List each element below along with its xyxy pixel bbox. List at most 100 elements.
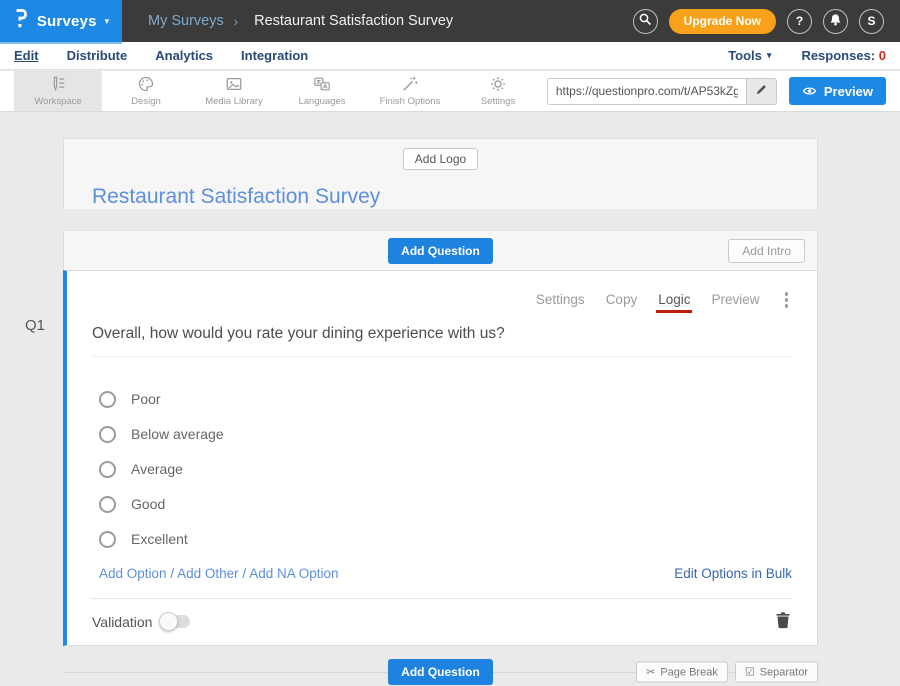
checkbox-icon: ☑ xyxy=(745,666,755,679)
avatar-initial: S xyxy=(867,14,875,28)
breadcrumb-my-surveys[interactable]: My Surveys xyxy=(148,13,224,29)
option-row: Below average xyxy=(90,417,792,452)
help-button[interactable]: ? xyxy=(787,9,812,34)
workspace-icon xyxy=(49,75,67,93)
option-label[interactable]: Excellent xyxy=(131,531,188,547)
toolbar-item-design[interactable]: Design xyxy=(102,71,190,111)
add-question-button-bottom[interactable]: Add Question xyxy=(388,659,493,685)
survey-title[interactable]: Restaurant Satisfaction Survey xyxy=(92,185,817,209)
survey-card: Add Logo Restaurant Satisfaction Survey … xyxy=(63,138,818,686)
add-question-row-bottom: Add Question ✂ Page Break ☑ Separator xyxy=(63,659,818,686)
toolbar-item-label: Design xyxy=(131,96,161,107)
radio-button[interactable] xyxy=(99,426,116,443)
option-label[interactable]: Good xyxy=(131,496,165,512)
option-label[interactable]: Average xyxy=(131,461,183,477)
top-header: Surveys ▾ My Surveys › Restaurant Satisf… xyxy=(0,0,900,42)
survey-header-section: Add Logo Restaurant Satisfaction Survey xyxy=(63,138,818,209)
edit-options-in-bulk-link[interactable]: Edit Options in Bulk xyxy=(674,566,792,581)
option-label[interactable]: Poor xyxy=(131,391,161,407)
question-text[interactable]: Overall, how would you rate your dining … xyxy=(92,325,790,357)
toolbar-item-label: Languages xyxy=(298,96,345,107)
question-settings-link[interactable]: Settings xyxy=(536,292,585,307)
tab-integration[interactable]: Integration xyxy=(241,48,308,63)
validation-label: Validation xyxy=(92,614,152,630)
add-na-option-link[interactable]: Add NA Option xyxy=(249,566,338,581)
breadcrumb: My Surveys › Restaurant Satisfaction Sur… xyxy=(148,13,453,29)
bell-icon xyxy=(829,13,842,30)
gear-icon xyxy=(489,75,507,93)
question-logic-link[interactable]: Logic xyxy=(658,292,690,307)
toolbar-item-workspace[interactable]: Workspace xyxy=(14,71,102,111)
tools-menu[interactable]: Tools ▾ xyxy=(728,48,771,63)
trash-icon xyxy=(776,617,790,632)
toolbar-item-settings[interactable]: Settings xyxy=(454,71,542,111)
kebab-menu-icon[interactable] xyxy=(781,290,793,310)
question-preview-link[interactable]: Preview xyxy=(711,292,759,307)
add-intro-button[interactable]: Add Intro xyxy=(728,239,805,263)
preview-button[interactable]: Preview xyxy=(789,77,886,105)
search-icon xyxy=(639,13,652,29)
tools-label: Tools xyxy=(728,48,762,63)
question-number: Q1 xyxy=(25,317,45,334)
toolbar-item-label: Workspace xyxy=(34,96,81,107)
share-url-input[interactable] xyxy=(548,79,746,104)
header-actions: Upgrade Now ? S xyxy=(633,9,900,34)
add-other-link[interactable]: Add Other xyxy=(177,566,239,581)
translate-icon xyxy=(313,75,331,93)
editor-toolbar: Workspace Design Media Library xyxy=(0,71,900,112)
radio-button[interactable] xyxy=(99,496,116,513)
question-action-menu: Settings Copy Logic Preview xyxy=(90,271,792,310)
toolbar-item-media-library[interactable]: Media Library xyxy=(190,71,278,111)
add-logo-button[interactable]: Add Logo xyxy=(403,148,478,170)
scissors-icon: ✂ xyxy=(646,666,655,679)
question-copy-link[interactable]: Copy xyxy=(606,292,638,307)
chevron-down-icon: ▾ xyxy=(767,50,772,61)
tab-analytics[interactable]: Analytics xyxy=(155,48,213,63)
responses-count: 0 xyxy=(879,48,886,63)
search-button[interactable] xyxy=(633,9,658,34)
nav-tabs: Edit Distribute Analytics Integration xyxy=(0,48,308,63)
option-label[interactable]: Below average xyxy=(131,426,224,442)
notifications-button[interactable] xyxy=(823,9,848,34)
tab-edit[interactable]: Edit xyxy=(14,48,39,63)
radio-button[interactable] xyxy=(99,391,116,408)
tab-distribute[interactable]: Distribute xyxy=(67,48,128,63)
survey-editor-canvas: Q1 Add Logo Restaurant Satisfaction Surv… xyxy=(0,113,900,676)
nav-accent-line xyxy=(0,42,122,44)
radio-button[interactable] xyxy=(99,461,116,478)
delete-question-button[interactable] xyxy=(774,610,792,634)
toolbar-item-label: Settings xyxy=(481,96,515,107)
add-question-button-top[interactable]: Add Question xyxy=(388,238,493,264)
upgrade-now-button[interactable]: Upgrade Now xyxy=(669,9,776,34)
add-question-row-top: Add Question Add Intro xyxy=(63,230,818,270)
page-break-label: Page Break xyxy=(660,666,717,678)
product-switcher[interactable]: Surveys ▾ xyxy=(0,0,122,42)
nav-right: Tools ▾ Responses: 0 xyxy=(728,48,900,63)
add-option-link[interactable]: Add Option xyxy=(99,566,167,581)
separator-button[interactable]: ☑ Separator xyxy=(735,662,818,683)
radio-button[interactable] xyxy=(99,531,116,548)
validation-toggle[interactable] xyxy=(160,615,190,628)
option-row: Good xyxy=(90,487,792,522)
section-nav: Edit Distribute Analytics Integration To… xyxy=(0,42,900,70)
option-row: Excellent xyxy=(90,522,792,557)
validation-row: Validation xyxy=(90,598,792,645)
option-row: Poor xyxy=(90,382,792,417)
image-icon xyxy=(225,75,243,93)
edit-url-button[interactable] xyxy=(746,78,776,105)
link-separator: / xyxy=(170,566,174,581)
breadcrumb-survey-name: Restaurant Satisfaction Survey xyxy=(254,13,453,29)
toolbar-item-finish-options[interactable]: Finish Options xyxy=(366,71,454,111)
question-card: Settings Copy Logic Preview Overall, how… xyxy=(63,270,818,646)
responses-counter[interactable]: Responses: 0 xyxy=(801,48,886,63)
avatar[interactable]: S xyxy=(859,9,884,34)
toolbar-item-languages[interactable]: Languages xyxy=(278,71,366,111)
product-name: Surveys xyxy=(37,13,97,30)
link-separator: / xyxy=(242,566,246,581)
page-break-button[interactable]: ✂ Page Break xyxy=(636,662,728,683)
share-url-group xyxy=(547,78,777,105)
palette-icon xyxy=(137,75,155,93)
toolbar-item-label: Media Library xyxy=(205,96,263,107)
wand-icon xyxy=(401,75,419,93)
toggle-knob xyxy=(159,612,178,631)
